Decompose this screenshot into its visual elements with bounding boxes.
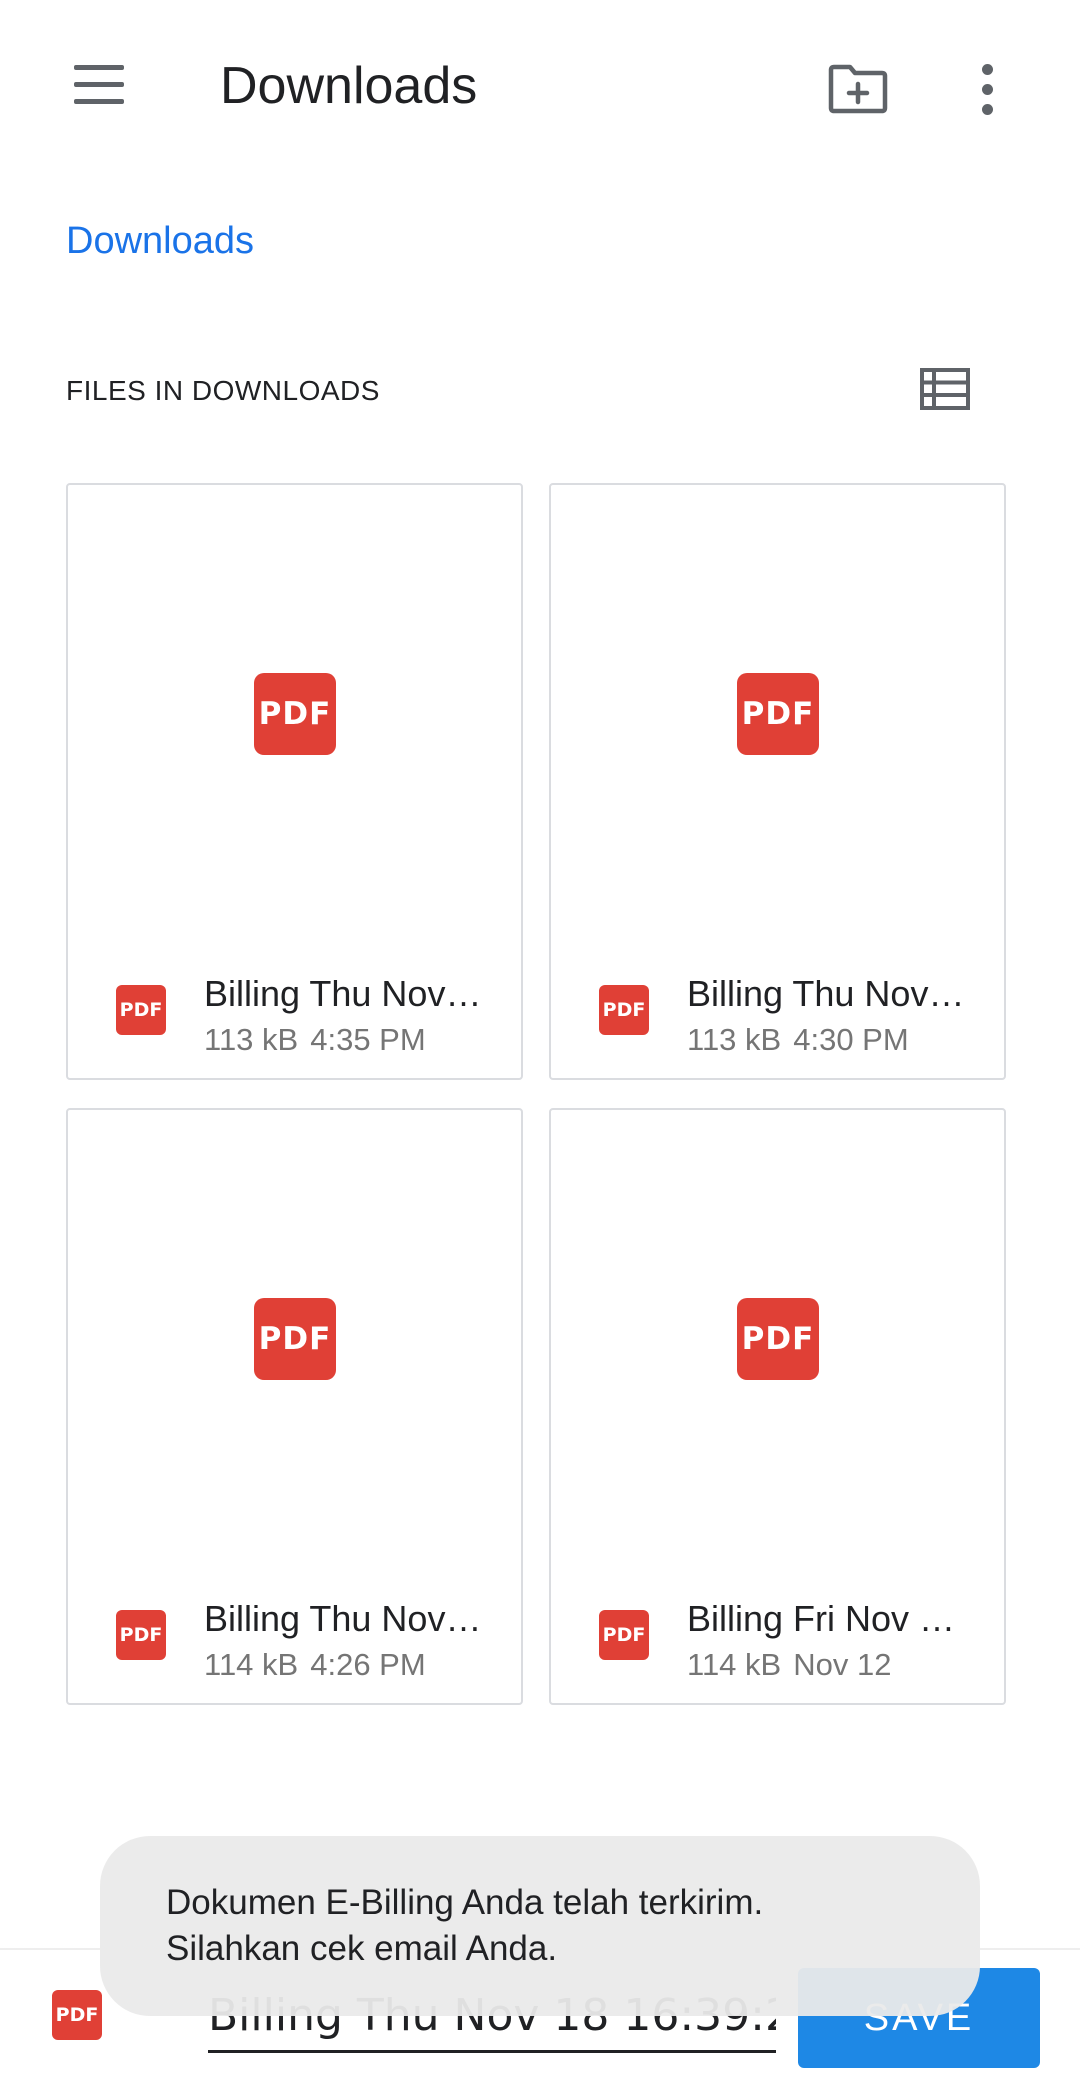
file-size: 113 kB — [204, 1022, 299, 1057]
toast-line: Dokumen E-Billing Anda telah terkirim. — [166, 1883, 764, 1922]
toast-line: Silahkan cek email Anda. — [166, 1929, 558, 1968]
file-card[interactable]: PDF PDF Billing Thu Nov… 113 kB 4:30 PM — [549, 483, 1006, 1080]
more-options-button[interactable] — [952, 54, 1022, 124]
file-time: 4:30 PM — [793, 1022, 909, 1057]
file-card[interactable]: PDF PDF Billing Fri Nov … 114 kB Nov 12 — [549, 1108, 1006, 1705]
file-time: 4:35 PM — [310, 1022, 426, 1057]
file-card[interactable]: PDF PDF Billing Thu Nov… 114 kB 4:26 PM — [66, 1108, 523, 1705]
pdf-file-icon: PDF — [116, 1610, 166, 1660]
breadcrumb-downloads[interactable]: Downloads — [66, 220, 254, 263]
pdf-file-icon: PDF — [599, 1610, 649, 1660]
pdf-file-icon: PDF — [599, 985, 649, 1035]
file-time: 4:26 PM — [310, 1647, 426, 1682]
file-size: 114 kB — [687, 1647, 782, 1682]
page-title: Downloads — [220, 57, 478, 115]
file-size: 113 kB — [687, 1022, 782, 1057]
pdf-thumbnail-icon: PDF — [737, 673, 819, 755]
section-title: FILES IN DOWNLOADS — [66, 375, 380, 406]
file-meta: 113 kB 4:35 PM — [204, 1022, 426, 1058]
create-new-folder-icon — [828, 64, 888, 114]
file-name: Billing Thu Nov… — [687, 973, 965, 1014]
file-name: Billing Fri Nov … — [687, 1598, 956, 1639]
new-folder-button[interactable] — [820, 54, 896, 124]
file-meta: 114 kB 4:26 PM — [204, 1647, 426, 1683]
pdf-thumbnail-icon: PDF — [254, 1298, 336, 1380]
pdf-thumbnail-icon: PDF — [254, 673, 336, 755]
file-meta: 114 kB Nov 12 — [687, 1647, 891, 1683]
menu-button[interactable] — [60, 60, 136, 120]
file-meta: 113 kB 4:30 PM — [687, 1022, 909, 1058]
pdf-file-icon: PDF — [116, 985, 166, 1035]
file-name: Billing Thu Nov… — [204, 973, 482, 1014]
list-view-icon — [920, 368, 970, 410]
app-bar: Downloads — [0, 0, 1080, 180]
pdf-file-icon: PDF — [52, 1990, 102, 2040]
file-time: Nov 12 — [793, 1647, 892, 1682]
list-view-toggle[interactable] — [910, 358, 982, 422]
file-card[interactable]: PDF PDF Billing Thu Nov… 113 kB 4:35 PM — [66, 483, 523, 1080]
toast-message: Dokumen E-Billing Anda telah terkirim. S… — [100, 1836, 980, 2016]
pdf-thumbnail-icon: PDF — [737, 1298, 819, 1380]
file-name: Billing Thu Nov… — [204, 1598, 482, 1639]
file-size: 114 kB — [204, 1647, 299, 1682]
